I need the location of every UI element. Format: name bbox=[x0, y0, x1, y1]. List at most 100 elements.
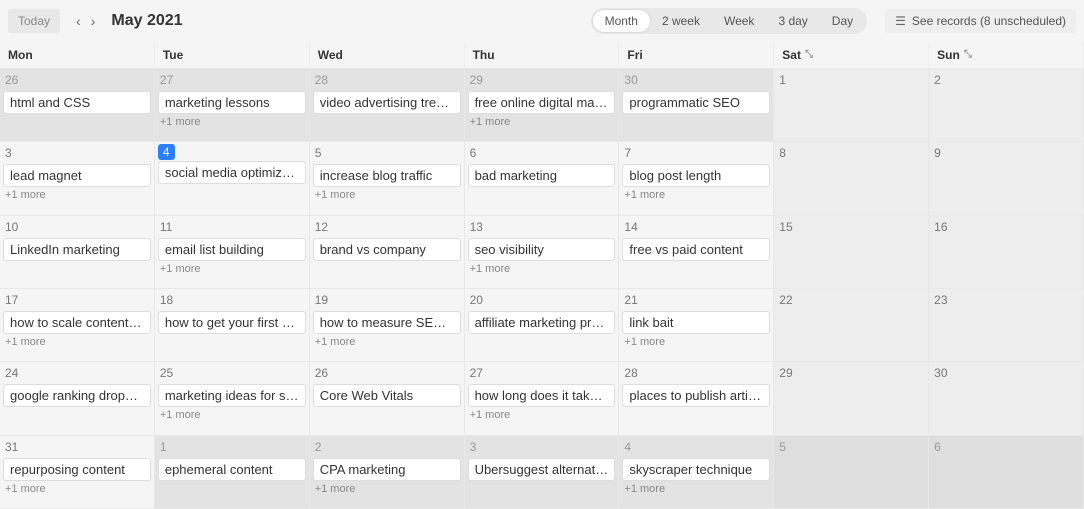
event-item[interactable]: free online digital marketing bbox=[468, 91, 616, 114]
view-option-day[interactable]: Day bbox=[820, 10, 865, 32]
event-item[interactable]: ephemeral content bbox=[158, 458, 306, 481]
more-link[interactable]: +1 more bbox=[468, 407, 616, 423]
day-cell[interactable]: 7blog post length+1 more bbox=[619, 142, 774, 214]
day-cell[interactable]: 11email list building+1 more bbox=[155, 216, 310, 288]
more-link[interactable]: +1 more bbox=[158, 114, 306, 130]
day-cell[interactable]: 4social media optimization bbox=[155, 142, 310, 214]
event-item[interactable]: increase blog traffic bbox=[313, 164, 461, 187]
day-cell[interactable]: 25marketing ideas for small businesses+1… bbox=[155, 362, 310, 434]
event-item[interactable]: marketing lessons bbox=[158, 91, 306, 114]
event-item[interactable]: free vs paid content bbox=[622, 238, 770, 261]
more-link[interactable]: +1 more bbox=[158, 407, 306, 423]
day-cell[interactable]: 1ephemeral content bbox=[155, 436, 310, 508]
event-item[interactable]: Core Web Vitals bbox=[313, 384, 461, 407]
event-item[interactable]: Ubersuggest alternative bbox=[468, 458, 616, 481]
event-item[interactable]: affiliate marketing programs bbox=[468, 311, 616, 334]
more-link[interactable]: +1 more bbox=[313, 481, 461, 497]
event-item[interactable]: marketing ideas for small businesses bbox=[158, 384, 306, 407]
view-option-3day[interactable]: 3 day bbox=[766, 10, 819, 32]
day-cell[interactable]: 22 bbox=[774, 289, 929, 361]
day-cell[interactable]: 28places to publish articles bbox=[619, 362, 774, 434]
expand-icon[interactable]: ⤡ bbox=[964, 49, 972, 60]
event-item[interactable]: programmatic SEO bbox=[622, 91, 770, 114]
event-item[interactable]: brand vs company bbox=[313, 238, 461, 261]
more-link[interactable]: +1 more bbox=[622, 187, 770, 203]
event-item[interactable]: how to get your first customers bbox=[158, 311, 306, 334]
day-cell[interactable]: 12brand vs company bbox=[310, 216, 465, 288]
more-link[interactable]: +1 more bbox=[468, 114, 616, 130]
day-cell[interactable]: 5 bbox=[774, 436, 929, 508]
more-link[interactable]: +1 more bbox=[3, 334, 151, 350]
day-cell[interactable]: 27marketing lessons+1 more bbox=[155, 69, 310, 141]
event-item[interactable]: how to measure SEO performance bbox=[313, 311, 461, 334]
day-cell[interactable]: 8 bbox=[774, 142, 929, 214]
event-item[interactable]: video advertising trends bbox=[313, 91, 461, 114]
day-cell[interactable]: 21link bait+1 more bbox=[619, 289, 774, 361]
event-item[interactable]: lead magnet bbox=[3, 164, 151, 187]
day-cell[interactable]: 16 bbox=[929, 216, 1084, 288]
more-link[interactable]: +1 more bbox=[158, 261, 306, 277]
view-option-week[interactable]: Week bbox=[712, 10, 766, 32]
day-cell[interactable]: 29free online digital marketing+1 more bbox=[465, 69, 620, 141]
day-cell[interactable]: 18how to get your first customers bbox=[155, 289, 310, 361]
day-cell[interactable]: 28video advertising trends bbox=[310, 69, 465, 141]
view-option-2week[interactable]: 2 week bbox=[650, 10, 712, 32]
day-cell[interactable]: 30programmatic SEO bbox=[619, 69, 774, 141]
day-cell[interactable]: 14free vs paid content bbox=[619, 216, 774, 288]
see-records-button[interactable]: ☰ See records (8 unscheduled) bbox=[885, 9, 1076, 33]
event-item[interactable]: repurposing content bbox=[3, 458, 151, 481]
expand-icon[interactable]: ⤡ bbox=[805, 49, 813, 60]
date-number: 10 bbox=[3, 218, 20, 237]
day-cell[interactable]: 2 bbox=[929, 69, 1084, 141]
day-cell[interactable]: 31repurposing content+1 more bbox=[0, 436, 155, 508]
day-cell[interactable]: 15 bbox=[774, 216, 929, 288]
day-cell[interactable]: 5increase blog traffic+1 more bbox=[310, 142, 465, 214]
event-item[interactable]: blog post length bbox=[622, 164, 770, 187]
more-link[interactable]: +1 more bbox=[622, 334, 770, 350]
view-option-month[interactable]: Month bbox=[593, 10, 650, 32]
event-item[interactable]: social media optimization bbox=[158, 161, 306, 184]
day-cell[interactable]: 17how to scale content marketing+1 more bbox=[0, 289, 155, 361]
day-cell[interactable]: 13seo visibility+1 more bbox=[465, 216, 620, 288]
day-cell[interactable]: 23 bbox=[929, 289, 1084, 361]
day-cell[interactable]: 6 bbox=[929, 436, 1084, 508]
event-item[interactable]: html and CSS bbox=[3, 91, 151, 114]
event-item[interactable]: CPA marketing bbox=[313, 458, 461, 481]
day-cell[interactable]: 27how long does it take to+1 more bbox=[465, 362, 620, 434]
event-item[interactable]: LinkedIn marketing bbox=[3, 238, 151, 261]
day-cell[interactable]: 3Ubersuggest alternative bbox=[465, 436, 620, 508]
day-cell[interactable]: 26html and CSS bbox=[0, 69, 155, 141]
more-link[interactable]: +1 more bbox=[313, 334, 461, 350]
day-cell[interactable]: 29 bbox=[774, 362, 929, 434]
event-item[interactable]: how to scale content marketing bbox=[3, 311, 151, 334]
today-button[interactable]: Today bbox=[8, 9, 60, 33]
event-item[interactable]: bad marketing bbox=[468, 164, 616, 187]
event-item[interactable]: seo visibility bbox=[468, 238, 616, 261]
prev-arrow-icon[interactable]: ‹ bbox=[72, 11, 85, 31]
more-link[interactable]: +1 more bbox=[3, 187, 151, 203]
next-arrow-icon[interactable]: › bbox=[87, 11, 100, 31]
more-link[interactable]: +1 more bbox=[622, 481, 770, 497]
day-cell[interactable]: 6bad marketing bbox=[465, 142, 620, 214]
event-item[interactable]: how long does it take to bbox=[468, 384, 616, 407]
day-cell[interactable]: 4skyscraper technique+1 more bbox=[619, 436, 774, 508]
day-cell[interactable]: 30 bbox=[929, 362, 1084, 434]
day-cell[interactable]: 24google ranking dropped bbox=[0, 362, 155, 434]
event-item[interactable]: email list building bbox=[158, 238, 306, 261]
day-cell[interactable]: 3lead magnet+1 more bbox=[0, 142, 155, 214]
day-cell[interactable]: 19how to measure SEO performance+1 more bbox=[310, 289, 465, 361]
day-cell[interactable]: 2CPA marketing+1 more bbox=[310, 436, 465, 508]
day-cell[interactable]: 1 bbox=[774, 69, 929, 141]
more-link[interactable]: +1 more bbox=[313, 187, 461, 203]
event-item[interactable]: skyscraper technique bbox=[622, 458, 770, 481]
day-cell[interactable]: 26Core Web Vitals bbox=[310, 362, 465, 434]
day-cell[interactable]: 9 bbox=[929, 142, 1084, 214]
day-cell[interactable]: 10LinkedIn marketing bbox=[0, 216, 155, 288]
more-link[interactable]: +1 more bbox=[3, 481, 151, 497]
event-item[interactable]: google ranking dropped bbox=[3, 384, 151, 407]
week-row: 26html and CSS27marketing lessons+1 more… bbox=[0, 69, 1084, 142]
event-item[interactable]: places to publish articles bbox=[622, 384, 770, 407]
event-item[interactable]: link bait bbox=[622, 311, 770, 334]
more-link[interactable]: +1 more bbox=[468, 261, 616, 277]
day-cell[interactable]: 20affiliate marketing programs bbox=[465, 289, 620, 361]
